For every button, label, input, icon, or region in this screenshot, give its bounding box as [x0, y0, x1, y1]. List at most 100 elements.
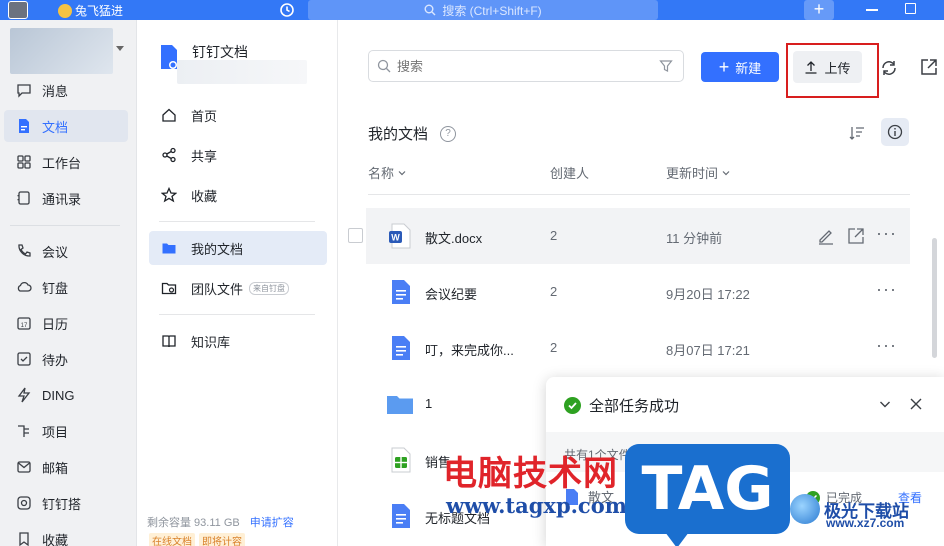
nav-divider: [10, 225, 120, 226]
column-creator-label: 创建人: [550, 166, 590, 181]
avatar[interactable]: [8, 1, 28, 19]
nav-label: 通讯录: [42, 191, 82, 207]
file-name[interactable]: 散文.docx: [425, 228, 482, 247]
sheet-file-icon: [391, 447, 411, 473]
app-name: 钉钉文档: [192, 44, 248, 60]
sync-icon[interactable]: [878, 57, 900, 79]
search-icon: [424, 4, 436, 16]
docs-nav-shared[interactable]: 共享: [149, 138, 327, 172]
chevron-down-icon[interactable]: [116, 46, 124, 51]
minimize-button[interactable]: [866, 9, 878, 11]
nav-item-meeting[interactable]: 会议: [4, 235, 128, 267]
watermark-site-url: www.xz7.com: [826, 516, 905, 530]
watermark-text: 电脑技术网: [443, 454, 618, 494]
file-name[interactable]: 1: [425, 396, 432, 411]
nav-label: 工作台: [42, 155, 82, 171]
column-updated-label: 更新时间: [666, 166, 719, 181]
doc-file-icon: [392, 280, 410, 304]
close-icon[interactable]: [908, 396, 924, 412]
table-row[interactable]: 叮，来完成你... 2 8月07日 17:21 ···: [366, 320, 910, 376]
nav-item-contacts[interactable]: 通讯录: [4, 182, 128, 214]
nav-item-drive[interactable]: 钉盘: [4, 271, 128, 303]
plus-icon: +: [718, 57, 730, 77]
builder-icon: [17, 496, 31, 510]
docs-nav-team-files[interactable]: 团队文件 来自钉盘: [149, 271, 327, 305]
svg-text:17: 17: [21, 323, 28, 329]
info-icon: [887, 124, 903, 140]
mail-icon: [17, 461, 31, 473]
chevron-down-icon[interactable]: [878, 397, 892, 411]
star-icon: [161, 187, 177, 203]
upload-button[interactable]: 上传: [793, 51, 862, 83]
nav-label: 钉盘: [42, 280, 69, 296]
open-external-icon[interactable]: [918, 56, 940, 78]
ding-icon: [17, 387, 31, 403]
nav-label: DING: [42, 387, 75, 403]
nav-item-docs[interactable]: 文档: [4, 110, 128, 142]
more-icon[interactable]: ···: [876, 279, 897, 300]
scrollbar[interactable]: [932, 238, 937, 358]
more-icon[interactable]: ···: [876, 335, 897, 356]
nav-item-todo[interactable]: 待办: [4, 343, 128, 375]
more-icon[interactable]: ···: [876, 223, 897, 244]
project-icon: [18, 425, 29, 437]
chevron-down-icon: [398, 170, 406, 175]
global-search-input[interactable]: 搜索 (Ctrl+Shift+F): [308, 0, 658, 20]
filter-icon[interactable]: [659, 59, 673, 73]
column-header-creator: 创建人: [550, 163, 589, 182]
history-icon[interactable]: [278, 1, 296, 19]
nav-label: 邮箱: [42, 460, 69, 476]
upload-button-label: 上传: [824, 60, 851, 76]
nav-item-messages[interactable]: 消息: [4, 74, 128, 106]
doc-search-box[interactable]: [368, 50, 684, 82]
search-icon: [377, 59, 391, 73]
docs-nav-starred[interactable]: 收藏: [149, 178, 327, 212]
member-label: 兔飞猛进: [75, 4, 124, 18]
file-updated: 11 分钟前: [666, 231, 723, 246]
table-row[interactable]: 会议纪要 2 9月20日 17:22 ···: [366, 264, 910, 320]
nav-label: 消息: [42, 83, 69, 99]
table-row[interactable]: W 散文.docx 2 11 分钟前 ···: [348, 208, 910, 264]
from-drive-badge: 来自钉盘: [249, 281, 290, 295]
sort-icon[interactable]: [848, 124, 866, 142]
nav-item-mail[interactable]: 邮箱: [4, 451, 128, 483]
open-external-icon[interactable]: [846, 226, 866, 246]
contacts-icon: [17, 191, 30, 205]
calendar-icon: 17: [17, 317, 31, 330]
docs-nav-label: 我的文档: [191, 241, 244, 257]
header-divider: [368, 194, 910, 195]
doc-search-input[interactable]: [397, 58, 647, 74]
file-updated: 9月20日 17:22: [666, 287, 750, 302]
row-checkbox[interactable]: [348, 228, 363, 243]
add-button[interactable]: +: [804, 0, 834, 20]
column-header-updated[interactable]: 更新时间: [666, 163, 731, 182]
grid-icon: [17, 155, 31, 169]
edit-icon[interactable]: [816, 226, 836, 246]
column-header-name[interactable]: 名称: [368, 163, 407, 182]
section-title: 我的文档: [368, 126, 429, 143]
section-header: 我的文档 ?: [368, 123, 457, 144]
docs-nav-my-docs[interactable]: 我的文档: [149, 231, 327, 265]
help-icon[interactable]: ?: [440, 125, 457, 142]
capacity-tags: 在线文档 即将计容: [149, 533, 245, 546]
file-name[interactable]: 叮，来完成你...: [425, 340, 514, 359]
new-button[interactable]: + 新建: [701, 52, 779, 82]
org-profile[interactable]: [10, 28, 113, 74]
book-icon: [162, 335, 176, 348]
watermark-tag-logo: TAG: [625, 444, 790, 546]
file-name[interactable]: 会议纪要: [425, 284, 477, 303]
info-button[interactable]: [881, 118, 909, 146]
member-status[interactable]: 兔飞猛进: [58, 2, 123, 19]
nav-item-ding[interactable]: DING: [4, 379, 128, 411]
nav-item-workbench[interactable]: 工作台: [4, 146, 128, 178]
nav-item-calendar[interactable]: 17 日历: [4, 307, 128, 339]
nav-item-project[interactable]: 项目: [4, 415, 128, 447]
expand-capacity-link[interactable]: 申请扩容: [250, 514, 294, 530]
nav-item-favorites[interactable]: 收藏: [4, 523, 128, 546]
maximize-button[interactable]: [905, 3, 916, 14]
nav-item-builder[interactable]: 钉钉搭: [4, 487, 128, 519]
site-logo-icon: [790, 494, 820, 524]
docs-nav-home[interactable]: 首页: [149, 98, 327, 132]
docs-nav-knowledge-base[interactable]: 知识库: [149, 324, 327, 358]
success-icon: [564, 397, 581, 414]
